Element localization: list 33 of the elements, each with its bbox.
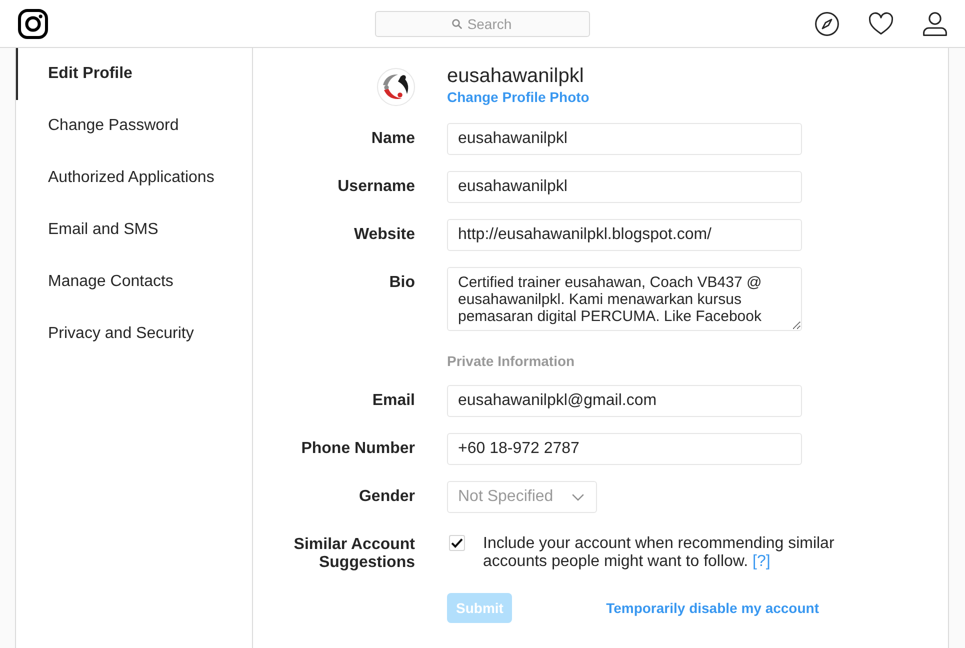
input-field[interactable]: eusahawanilpkl (447, 123, 802, 155)
field-label: Bio (389, 274, 415, 291)
field-label: Phone Number (301, 440, 415, 457)
field-label: Email (372, 392, 415, 409)
field-label: Gender (358, 488, 415, 505)
sidebar-item[interactable]: Privacy and Security (16, 308, 252, 360)
avatar-logo-icon (377, 68, 415, 106)
input-field[interactable]: +60 18-972 2787 (447, 433, 802, 465)
camera-logo-icon[interactable] (18, 8, 48, 38)
sidebar-item[interactable]: Authorized Applications (16, 152, 252, 204)
field-label: Username (338, 178, 415, 195)
field-label: Website (354, 226, 415, 243)
chevron-down-icon (572, 494, 584, 500)
sidebar-item[interactable]: Manage Contacts (16, 256, 252, 308)
sidebar-item[interactable]: Edit Profile (16, 48, 252, 100)
input-field[interactable]: eusahawanilpkl@gmail.com (447, 385, 802, 417)
sidebar-item[interactable]: Email and SMS (16, 204, 252, 256)
checkmark-icon (451, 538, 463, 548)
search-icon (452, 18, 462, 28)
person-icon[interactable] (923, 12, 947, 36)
heart-icon[interactable] (869, 12, 893, 36)
compass-icon[interactable] (815, 12, 839, 36)
input-field[interactable]: eusahawanilpkl (447, 171, 802, 203)
checkbox[interactable] (449, 535, 465, 551)
field-label: Similar Account Suggestions (294, 536, 415, 571)
profile-username: eusahawanilpkl (447, 64, 584, 88)
input-field[interactable]: http://eusahawanilpkl.blogspot.com/ (447, 219, 802, 251)
field-label: Name (371, 130, 415, 147)
section-title: Private Information (447, 352, 575, 371)
sidebar-item[interactable]: Change Password (16, 100, 252, 152)
search-field[interactable]: Search (375, 10, 590, 36)
text-area-field[interactable]: Certified trainer eusahawan, Coach VB437 @ eusahawanilpkl. Kami menawarkan kursus pemasaran digital PERCUMA. Like Facebook (447, 267, 802, 331)
suggestion-description: Include your account when recommending similar accounts people might want to follow. [?] (483, 535, 836, 571)
